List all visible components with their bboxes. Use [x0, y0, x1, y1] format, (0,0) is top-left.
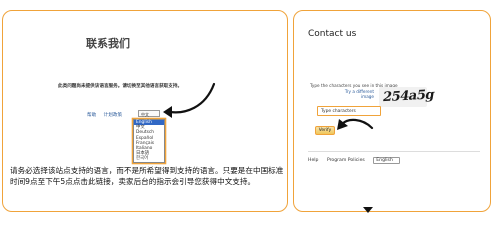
- annotation-arrow-right: [337, 118, 374, 130]
- down-arrow-icon: [363, 207, 373, 213]
